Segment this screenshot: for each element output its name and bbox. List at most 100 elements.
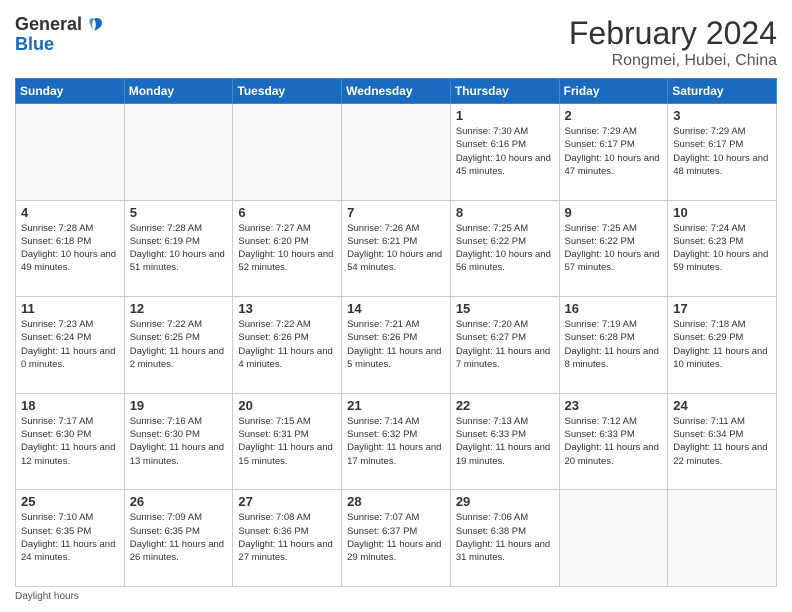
calendar-table: SundayMondayTuesdayWednesdayThursdayFrid… bbox=[15, 78, 777, 587]
daylight-label: Daylight hours bbox=[15, 591, 79, 602]
calendar-cell bbox=[559, 490, 668, 587]
day-info: Sunrise: 7:22 AMSunset: 6:25 PMDaylight:… bbox=[130, 318, 228, 371]
calendar-cell: 9 Sunrise: 7:25 AMSunset: 6:22 PMDaylight… bbox=[559, 200, 668, 297]
day-number: 25 bbox=[21, 494, 119, 509]
day-info: Sunrise: 7:06 AMSunset: 6:38 PMDaylight:… bbox=[456, 511, 554, 564]
calendar-cell: 2 Sunrise: 7:29 AMSunset: 6:17 PMDaylight… bbox=[559, 104, 668, 201]
day-info: Sunrise: 7:08 AMSunset: 6:36 PMDaylight:… bbox=[238, 511, 336, 564]
calendar-cell: 19 Sunrise: 7:16 AMSunset: 6:30 PMDayligh… bbox=[124, 393, 233, 490]
day-number: 26 bbox=[130, 494, 228, 509]
header: General Blue February 2024 Rongmei, Hube… bbox=[15, 15, 777, 70]
logo-general: General bbox=[15, 15, 82, 35]
day-info: Sunrise: 7:11 AMSunset: 6:34 PMDaylight:… bbox=[673, 415, 771, 468]
day-number: 9 bbox=[565, 205, 663, 220]
day-number: 6 bbox=[238, 205, 336, 220]
calendar-cell: 28 Sunrise: 7:07 AMSunset: 6:37 PMDayligh… bbox=[342, 490, 451, 587]
day-number: 19 bbox=[130, 398, 228, 413]
calendar-cell: 12 Sunrise: 7:22 AMSunset: 6:25 PMDayligh… bbox=[124, 297, 233, 394]
day-number: 18 bbox=[21, 398, 119, 413]
calendar-cell: 24Sunrise: 7:11 AMSunset: 6:34 PMDayligh… bbox=[668, 393, 777, 490]
logo-bird-icon bbox=[84, 15, 104, 35]
day-info: Sunrise: 7:19 AMSunset: 6:28 PMDaylight:… bbox=[565, 318, 663, 371]
day-info: Sunrise: 7:27 AMSunset: 6:20 PMDaylight:… bbox=[238, 222, 336, 275]
calendar-cell: 13Sunrise: 7:22 AMSunset: 6:26 PMDayligh… bbox=[233, 297, 342, 394]
calendar-cell: 29 Sunrise: 7:06 AMSunset: 6:38 PMDayligh… bbox=[450, 490, 559, 587]
day-number: 12 bbox=[130, 301, 228, 316]
day-number: 4 bbox=[21, 205, 119, 220]
day-info: Sunrise: 7:28 AMSunset: 6:19 PMDaylight:… bbox=[130, 222, 228, 275]
day-number: 20 bbox=[238, 398, 336, 413]
day-number: 11 bbox=[21, 301, 119, 316]
calendar-cell: 26Sunrise: 7:09 AMSunset: 6:35 PMDayligh… bbox=[124, 490, 233, 587]
calendar-cell: 16 Sunrise: 7:19 AMSunset: 6:28 PMDayligh… bbox=[559, 297, 668, 394]
day-info: Sunrise: 7:18 AMSunset: 6:29 PMDaylight:… bbox=[673, 318, 771, 371]
day-number: 2 bbox=[565, 108, 663, 123]
day-info: Sunrise: 7:14 AMSunset: 6:32 PMDaylight:… bbox=[347, 415, 445, 468]
day-info: Sunrise: 7:23 AMSunset: 6:24 PMDaylight:… bbox=[21, 318, 119, 371]
day-info: Sunrise: 7:20 AMSunset: 6:27 PMDaylight:… bbox=[456, 318, 554, 371]
location: Rongmei, Hubei, China bbox=[569, 52, 777, 70]
day-info: Sunrise: 7:13 AMSunset: 6:33 PMDaylight:… bbox=[456, 415, 554, 468]
calendar-cell bbox=[668, 490, 777, 587]
day-info: Sunrise: 7:17 AMSunset: 6:30 PMDaylight:… bbox=[21, 415, 119, 468]
day-info: Sunrise: 7:26 AMSunset: 6:21 PMDaylight:… bbox=[347, 222, 445, 275]
day-number: 17 bbox=[673, 301, 771, 316]
day-number: 22 bbox=[456, 398, 554, 413]
day-info: Sunrise: 7:29 AMSunset: 6:17 PMDaylight:… bbox=[565, 125, 663, 178]
day-number: 8 bbox=[456, 205, 554, 220]
day-number: 16 bbox=[565, 301, 663, 316]
day-number: 1 bbox=[456, 108, 554, 123]
day-info: Sunrise: 7:25 AMSunset: 6:22 PMDaylight:… bbox=[456, 222, 554, 275]
week-row-1: 1 Sunrise: 7:30 AMSunset: 6:16 PMDaylight… bbox=[16, 104, 777, 201]
day-number: 15 bbox=[456, 301, 554, 316]
calendar-cell: 4Sunrise: 7:28 AMSunset: 6:18 PMDaylight… bbox=[16, 200, 125, 297]
week-row-2: 4Sunrise: 7:28 AMSunset: 6:18 PMDaylight… bbox=[16, 200, 777, 297]
calendar-cell: 23 Sunrise: 7:12 AMSunset: 6:33 PMDayligh… bbox=[559, 393, 668, 490]
page: General Blue February 2024 Rongmei, Hube… bbox=[0, 0, 792, 612]
title-block: February 2024 Rongmei, Hubei, China bbox=[569, 15, 777, 70]
day-number: 10 bbox=[673, 205, 771, 220]
week-row-4: 18 Sunrise: 7:17 AMSunset: 6:30 PMDayligh… bbox=[16, 393, 777, 490]
calendar-cell bbox=[16, 104, 125, 201]
calendar-cell: 7 Sunrise: 7:26 AMSunset: 6:21 PMDaylight… bbox=[342, 200, 451, 297]
day-info: Sunrise: 7:16 AMSunset: 6:30 PMDaylight:… bbox=[130, 415, 228, 468]
day-number: 29 bbox=[456, 494, 554, 509]
week-row-3: 11 Sunrise: 7:23 AMSunset: 6:24 PMDayligh… bbox=[16, 297, 777, 394]
weekday-header-thursday: Thursday bbox=[450, 79, 559, 104]
calendar-cell: 21 Sunrise: 7:14 AMSunset: 6:32 PMDayligh… bbox=[342, 393, 451, 490]
weekday-header-row: SundayMondayTuesdayWednesdayThursdayFrid… bbox=[16, 79, 777, 104]
day-number: 7 bbox=[347, 205, 445, 220]
calendar-cell: 14Sunrise: 7:21 AMSunset: 6:26 PMDayligh… bbox=[342, 297, 451, 394]
calendar-cell: 18 Sunrise: 7:17 AMSunset: 6:30 PMDayligh… bbox=[16, 393, 125, 490]
day-number: 28 bbox=[347, 494, 445, 509]
calendar-cell: 1 Sunrise: 7:30 AMSunset: 6:16 PMDaylight… bbox=[450, 104, 559, 201]
weekday-header-monday: Monday bbox=[124, 79, 233, 104]
day-number: 3 bbox=[673, 108, 771, 123]
day-number: 23 bbox=[565, 398, 663, 413]
day-info: Sunrise: 7:22 AMSunset: 6:26 PMDaylight:… bbox=[238, 318, 336, 371]
day-info: Sunrise: 7:15 AMSunset: 6:31 PMDaylight:… bbox=[238, 415, 336, 468]
day-info: Sunrise: 7:29 AMSunset: 6:17 PMDaylight:… bbox=[673, 125, 771, 178]
day-info: Sunrise: 7:30 AMSunset: 6:16 PMDaylight:… bbox=[456, 125, 554, 178]
calendar-cell bbox=[233, 104, 342, 201]
day-info: Sunrise: 7:25 AMSunset: 6:22 PMDaylight:… bbox=[565, 222, 663, 275]
calendar-cell: 27Sunrise: 7:08 AMSunset: 6:36 PMDayligh… bbox=[233, 490, 342, 587]
calendar-cell: 5Sunrise: 7:28 AMSunset: 6:19 PMDaylight… bbox=[124, 200, 233, 297]
day-number: 21 bbox=[347, 398, 445, 413]
calendar-cell: 10 Sunrise: 7:24 AMSunset: 6:23 PMDayligh… bbox=[668, 200, 777, 297]
calendar-cell: 8 Sunrise: 7:25 AMSunset: 6:22 PMDaylight… bbox=[450, 200, 559, 297]
calendar-cell: 20 Sunrise: 7:15 AMSunset: 6:31 PMDayligh… bbox=[233, 393, 342, 490]
day-info: Sunrise: 7:12 AMSunset: 6:33 PMDaylight:… bbox=[565, 415, 663, 468]
day-info: Sunrise: 7:10 AMSunset: 6:35 PMDaylight:… bbox=[21, 511, 119, 564]
day-info: Sunrise: 7:07 AMSunset: 6:37 PMDaylight:… bbox=[347, 511, 445, 564]
day-info: Sunrise: 7:24 AMSunset: 6:23 PMDaylight:… bbox=[673, 222, 771, 275]
footer-note: Daylight hours bbox=[15, 591, 777, 602]
logo: General Blue bbox=[15, 15, 104, 55]
weekday-header-saturday: Saturday bbox=[668, 79, 777, 104]
weekday-header-wednesday: Wednesday bbox=[342, 79, 451, 104]
month-title: February 2024 bbox=[569, 15, 777, 52]
weekday-header-sunday: Sunday bbox=[16, 79, 125, 104]
weekday-header-friday: Friday bbox=[559, 79, 668, 104]
week-row-5: 25 Sunrise: 7:10 AMSunset: 6:35 PMDayligh… bbox=[16, 490, 777, 587]
day-number: 14 bbox=[347, 301, 445, 316]
